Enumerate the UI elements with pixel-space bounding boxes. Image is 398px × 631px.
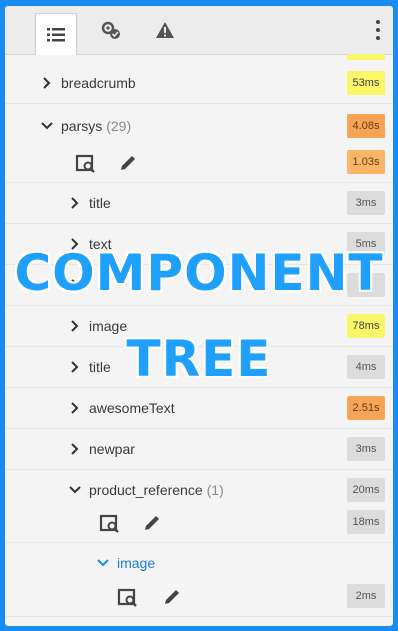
edit-pencil-icon[interactable] [141,512,163,534]
inspect-icon[interactable] [75,152,97,174]
more-menu-button[interactable] [373,18,383,42]
inspect-icon[interactable] [117,586,139,608]
timing-badge: 3ms [347,191,385,215]
tab-tree[interactable] [35,13,77,55]
chevron-down-icon[interactable] [97,557,109,569]
row-actions: 2ms [5,576,393,617]
tab-warnings[interactable] [145,14,185,46]
tree-row[interactable]: title 3ms [5,183,393,224]
watermark-title-line1: COMPONENT [14,244,384,302]
chevron-right-icon[interactable] [69,197,81,209]
tab-settings[interactable] [91,14,131,46]
tree-row[interactable]: newpar 3ms [5,429,393,470]
tree-row-label: newpar [89,441,135,457]
edit-pencil-icon[interactable] [161,586,183,608]
row-actions: 1.03s [5,142,393,183]
timing-badge: 1.03s [347,150,385,174]
tree-list-icon [47,27,65,41]
toolbar [5,6,393,55]
chevron-down-icon[interactable] [69,484,81,496]
timing-badge: 4.08s [347,114,385,138]
settings-check-icon [101,21,120,39]
warning-icon [156,22,174,38]
chevron-right-icon[interactable] [69,402,81,414]
tree-row-label: parsys (29) [61,118,132,134]
watermark-title-line2: TREE [126,330,272,388]
row-actions: 18ms [5,502,393,543]
timing-badge: 2.51s [347,396,385,420]
timing-badge: 2ms [347,584,385,608]
timing-badge: 3ms [347,437,385,461]
more-vertical-icon [376,20,380,40]
timing-badge: 20ms [347,478,385,502]
timing-badge: 18ms [347,510,385,534]
chevron-right-icon[interactable] [69,443,81,455]
timing-badge: 53ms [347,71,385,95]
tree-row-label: title [89,195,111,211]
chevron-down-icon[interactable] [41,120,53,132]
chevron-right-icon[interactable] [41,77,53,89]
clipped-badge [347,54,385,60]
tree-row-label: breadcrumb [61,75,136,91]
tree-row[interactable]: parsys (29) 4.08s [5,106,393,146]
tree-row-label: awesomeText [89,400,175,416]
inspect-icon[interactable] [99,512,121,534]
tree-row[interactable]: breadcrumb 53ms [5,63,393,104]
edit-pencil-icon[interactable] [117,152,139,174]
tree-row[interactable]: awesomeText 2.51s [5,388,393,429]
component-tree-panel: breadcrumb 53ms parsys (29) 4.08s 1.03s t… [5,6,393,626]
